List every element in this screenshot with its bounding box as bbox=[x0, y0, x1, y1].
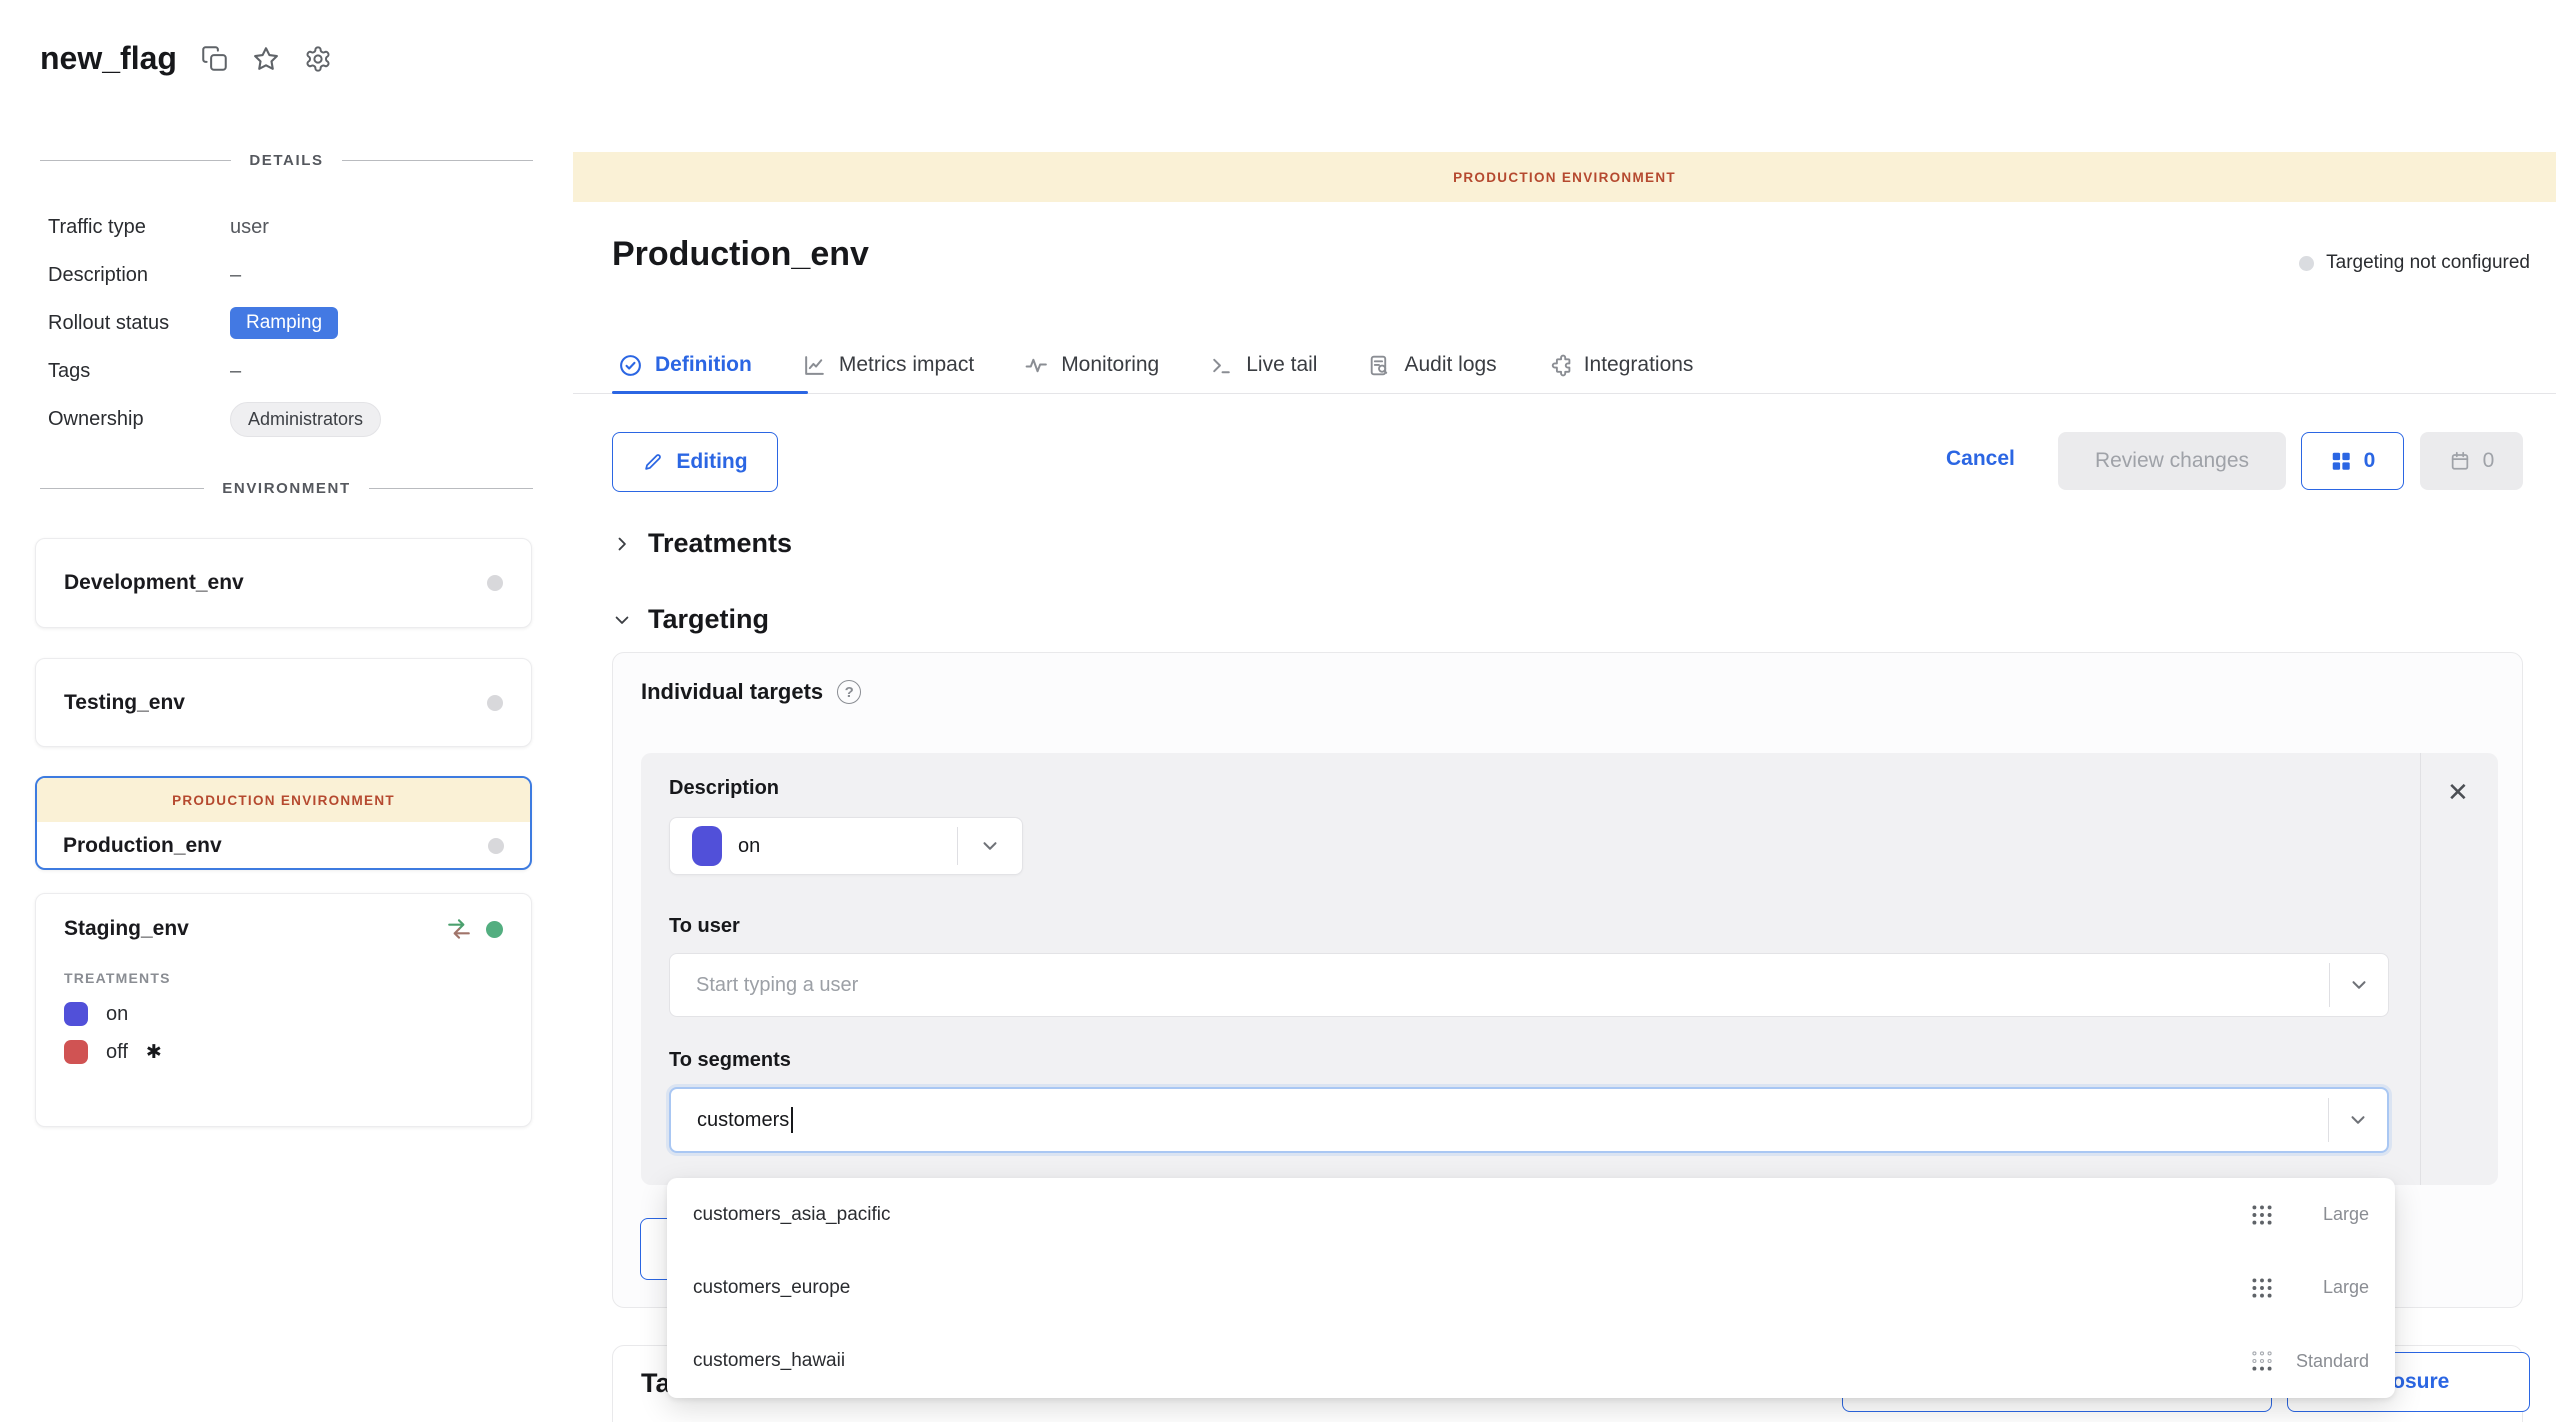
env-page-title: Production_env bbox=[612, 235, 869, 274]
details-heading: DETAILS bbox=[249, 152, 323, 169]
tab-monitoring[interactable]: Monitoring bbox=[1024, 353, 1159, 378]
rollout-status-badge: Ramping bbox=[230, 307, 338, 339]
ownership-pill: Administrators bbox=[230, 402, 381, 437]
env-status-dot-active bbox=[486, 921, 503, 938]
to-user-chevron[interactable] bbox=[2329, 963, 2388, 1007]
tab-definition[interactable]: Definition bbox=[618, 353, 752, 378]
text-cursor bbox=[791, 1107, 793, 1133]
integrations-icon bbox=[1547, 353, 1572, 378]
gear-icon[interactable] bbox=[304, 45, 332, 73]
dots-grid-icon bbox=[2249, 1275, 2275, 1301]
changes-counter-button[interactable]: 0 bbox=[2301, 432, 2404, 490]
env-status-dot bbox=[487, 575, 503, 591]
flag-detail-page: new_flag DETAILS Traffic type user Descr… bbox=[0, 0, 2556, 1422]
schedule-counter-button[interactable]: 0 bbox=[2420, 432, 2523, 490]
default-treatment-asterisk-icon: ✱ bbox=[146, 1041, 162, 1064]
to-segments-chevron[interactable] bbox=[2328, 1098, 2387, 1142]
tab-metrics-impact[interactable]: Metrics impact bbox=[802, 353, 974, 378]
env-status-dot bbox=[488, 838, 504, 854]
detail-row: Tags – bbox=[48, 347, 528, 395]
live-tail-icon bbox=[1209, 353, 1234, 378]
tab-audit-logs[interactable]: Audit logs bbox=[1367, 353, 1496, 378]
segment-option[interactable]: customers_hawaii Standard bbox=[667, 1325, 2395, 1398]
editing-button[interactable]: Editing bbox=[612, 432, 778, 492]
to-segments-value: customers bbox=[697, 1109, 789, 1132]
audit-logs-icon bbox=[1367, 353, 1392, 378]
treatment-select-value: on bbox=[738, 835, 760, 858]
to-user-input[interactable] bbox=[670, 954, 2388, 1016]
help-icon[interactable]: ? bbox=[837, 680, 861, 704]
description-label: Description bbox=[669, 777, 779, 800]
treatment-row: on bbox=[64, 1002, 503, 1026]
segment-option[interactable]: customers_asia_pacific Large bbox=[667, 1178, 2395, 1251]
metrics-impact-icon bbox=[802, 353, 827, 378]
star-icon[interactable] bbox=[252, 45, 280, 73]
active-tab-underline bbox=[612, 391, 808, 394]
dots-grid-icon bbox=[2249, 1202, 2275, 1228]
dots-grid-light-icon bbox=[2249, 1348, 2275, 1374]
pencil-icon bbox=[642, 451, 664, 473]
tab-bar: Definition Metrics impact Monitoring Liv… bbox=[618, 338, 1693, 392]
details-section-rule: DETAILS bbox=[40, 152, 533, 169]
page-title: new_flag bbox=[40, 40, 177, 77]
tab-live-tail[interactable]: Live tail bbox=[1209, 353, 1317, 378]
chevron-down-icon bbox=[612, 610, 632, 630]
treatment-row: off ✱ bbox=[64, 1040, 503, 1064]
monitoring-icon bbox=[1024, 353, 1049, 378]
status-dot bbox=[2299, 256, 2314, 271]
treatment-color-chip bbox=[692, 826, 722, 866]
detail-row: Description – bbox=[48, 251, 528, 299]
individual-target-rule-card: ✕ Description on To user To segments cus… bbox=[641, 753, 2498, 1185]
close-icon[interactable]: ✕ bbox=[2447, 779, 2469, 805]
production-env-banner: PRODUCTION ENVIRONMENT bbox=[37, 778, 530, 822]
to-user-input-wrap bbox=[669, 953, 2389, 1017]
env-card-development[interactable]: Development_env bbox=[35, 538, 532, 628]
targeting-status: Targeting not configured bbox=[2299, 252, 2530, 274]
tabs-divider bbox=[573, 393, 2556, 394]
to-segments-label: To segments bbox=[669, 1049, 791, 1072]
environment-heading: ENVIRONMENT bbox=[222, 480, 350, 497]
production-environment-banner: PRODUCTION ENVIRONMENT bbox=[573, 152, 2556, 202]
detail-row: Ownership Administrators bbox=[48, 395, 528, 443]
definition-icon bbox=[618, 353, 643, 378]
treatment-select[interactable]: on bbox=[669, 817, 1023, 875]
segment-suggestions-dropdown: customers_asia_pacific Large customers_e… bbox=[667, 1178, 2395, 1398]
environment-section-rule: ENVIRONMENT bbox=[40, 480, 533, 497]
chevron-right-icon bbox=[612, 534, 632, 554]
treatment-on-chip bbox=[64, 1002, 88, 1026]
to-segments-input[interactable]: customers bbox=[669, 1087, 2389, 1153]
treatment-select-chevron[interactable] bbox=[957, 827, 1022, 865]
cancel-button[interactable]: Cancel bbox=[1946, 447, 2015, 471]
flag-header: new_flag bbox=[40, 40, 332, 77]
sync-arrows-icon bbox=[446, 916, 472, 942]
copy-icon[interactable] bbox=[201, 45, 228, 72]
rule-divider bbox=[2420, 753, 2421, 1185]
detail-row: Rollout status Ramping bbox=[48, 299, 528, 347]
treatments-section-header[interactable]: Treatments bbox=[612, 528, 792, 559]
tab-integrations[interactable]: Integrations bbox=[1547, 353, 1694, 378]
env-status-dot bbox=[487, 695, 503, 711]
details-rows: Traffic type user Description – Rollout … bbox=[48, 203, 528, 443]
calendar-icon bbox=[2449, 450, 2471, 472]
env-card-testing[interactable]: Testing_env bbox=[35, 658, 532, 747]
segment-option[interactable]: customers_europe Large bbox=[667, 1251, 2395, 1324]
targeting-section-header[interactable]: Targeting bbox=[612, 604, 769, 635]
individual-targets-heading: Individual targets bbox=[641, 679, 823, 705]
grid-icon bbox=[2330, 450, 2352, 472]
env-card-staging[interactable]: Staging_env TREATMENTS on off ✱ bbox=[35, 893, 532, 1127]
env-card-production[interactable]: PRODUCTION ENVIRONMENT Production_env bbox=[35, 776, 532, 870]
detail-row: Traffic type user bbox=[48, 203, 528, 251]
treatments-heading: TREATMENTS bbox=[64, 970, 503, 986]
treatment-off-chip bbox=[64, 1040, 88, 1064]
to-user-label: To user bbox=[669, 915, 740, 938]
review-changes-button[interactable]: Review changes bbox=[2058, 432, 2286, 490]
